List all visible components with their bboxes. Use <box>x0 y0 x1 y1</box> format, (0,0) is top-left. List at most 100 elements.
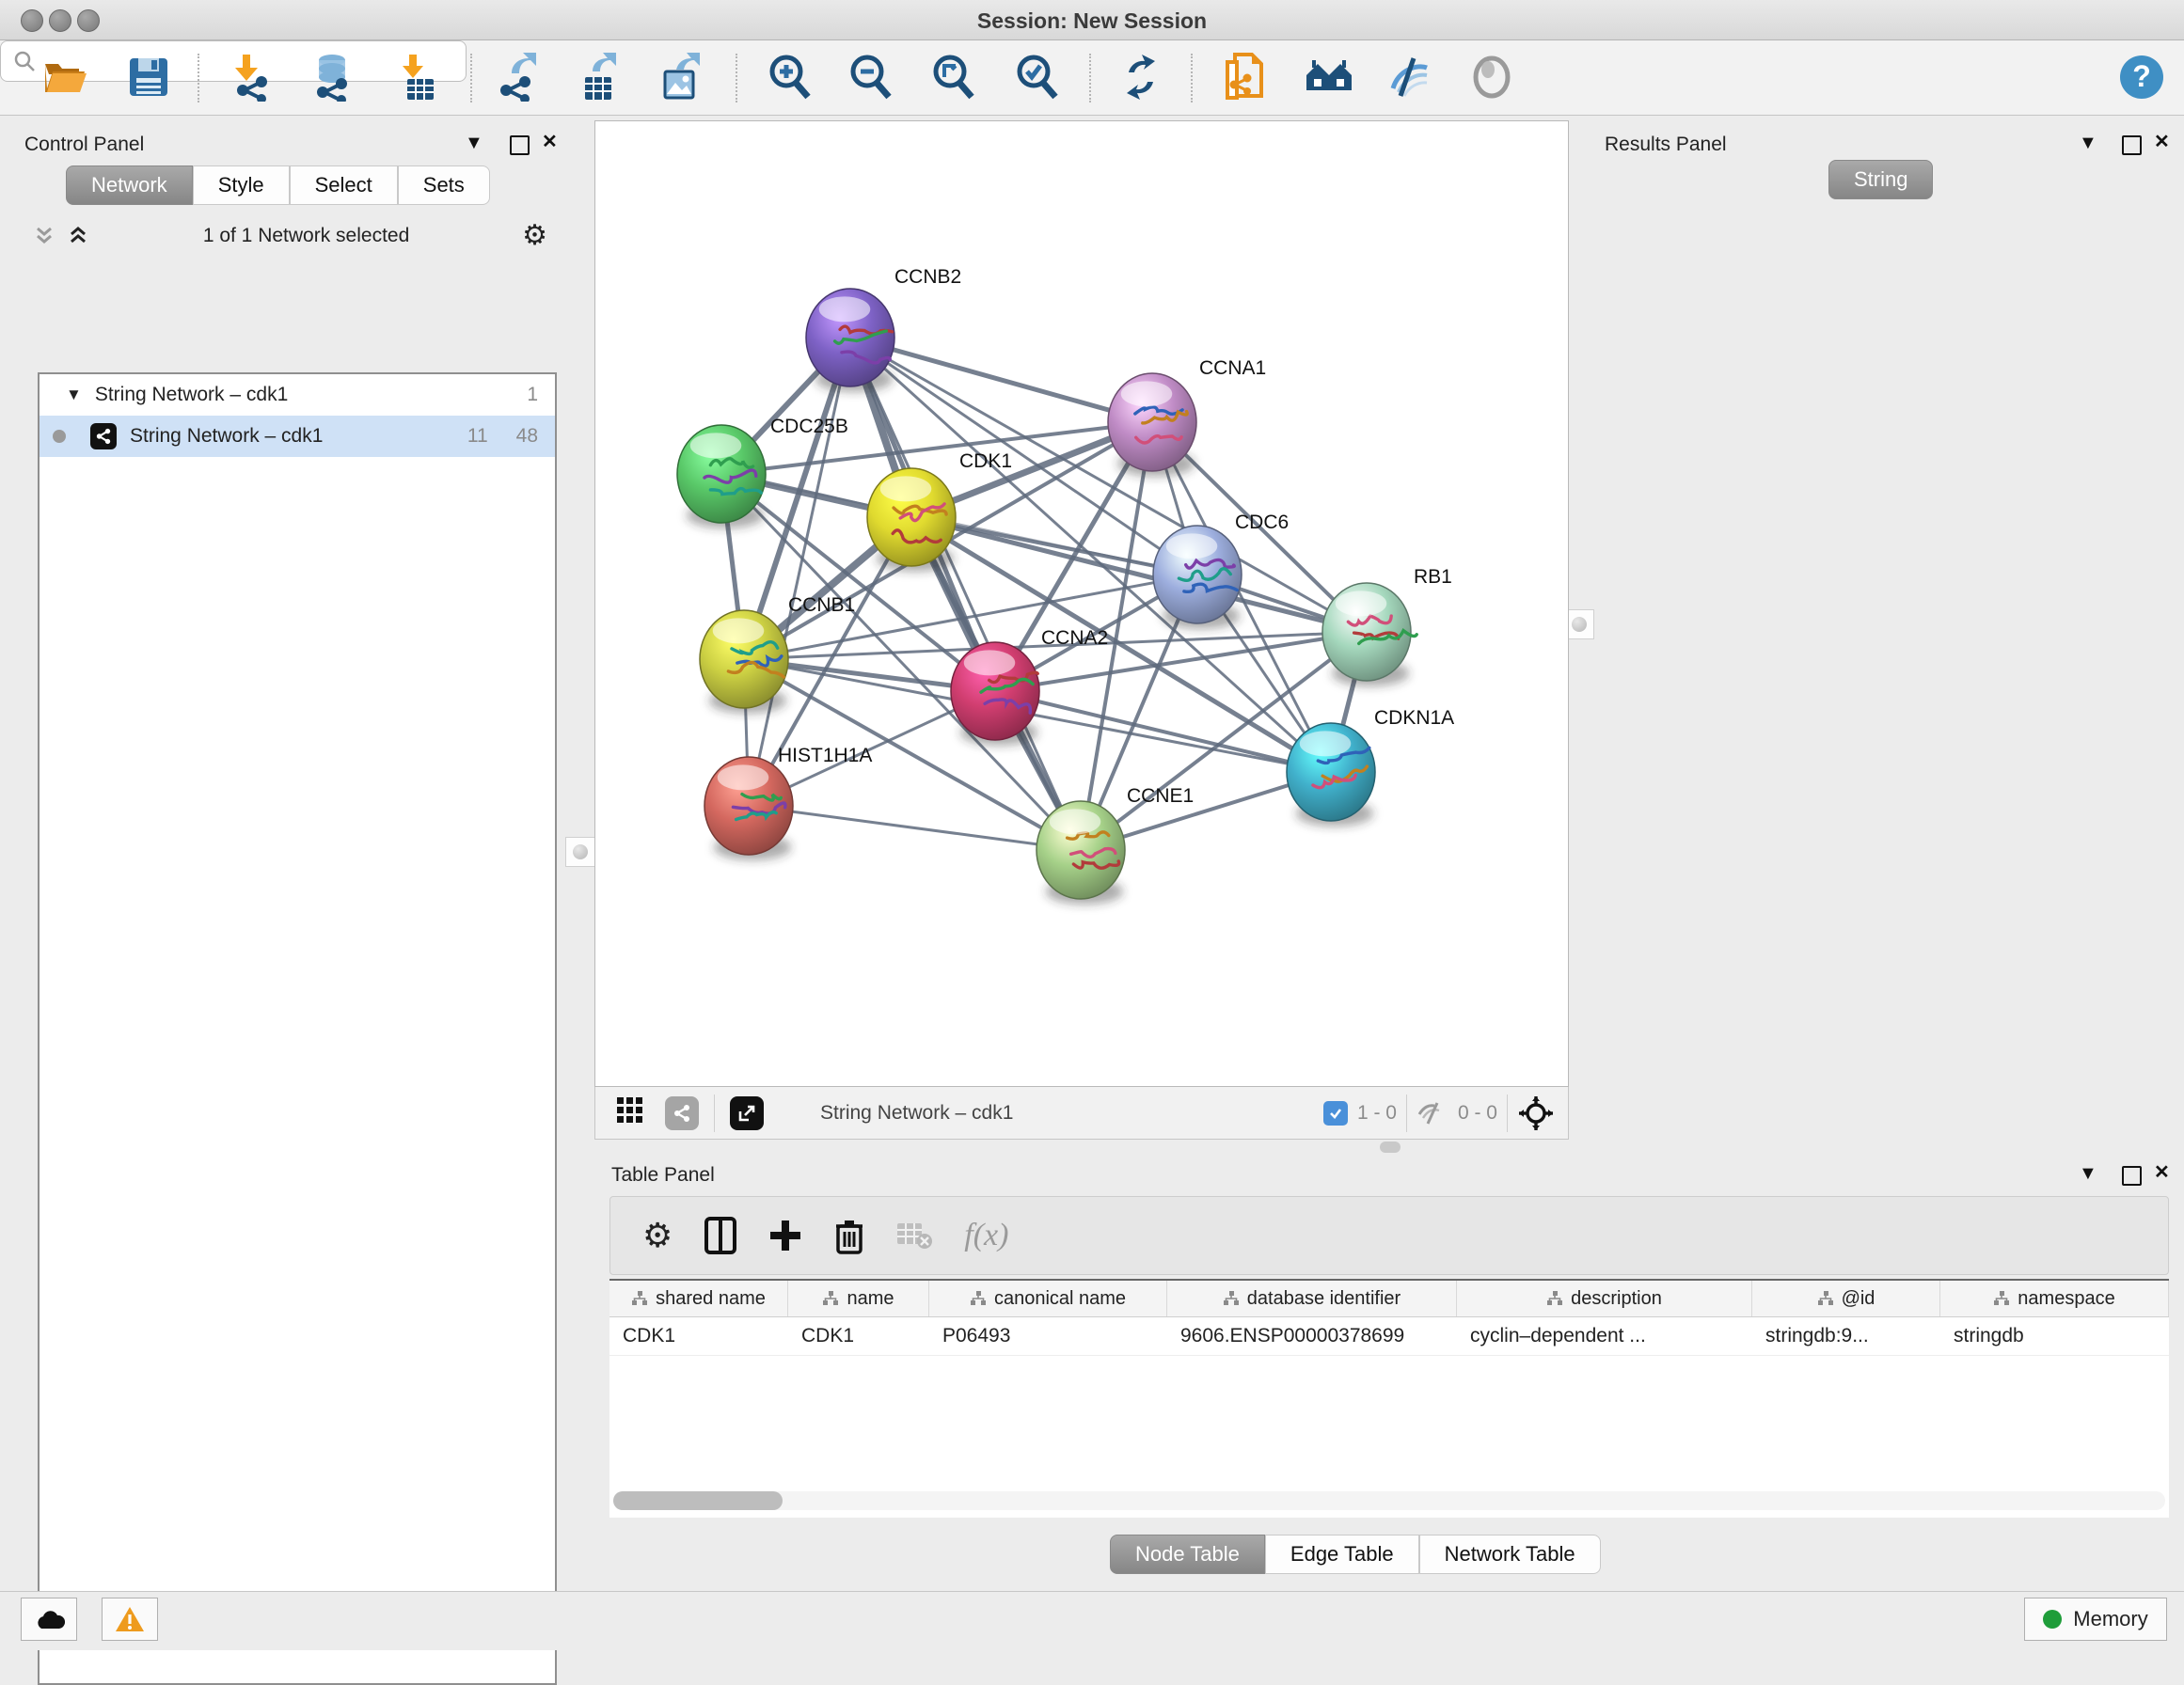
network-edge-count: 48 <box>516 425 538 448</box>
add-column-icon[interactable] <box>768 1219 802 1252</box>
function-builder-icon[interactable]: f(x) <box>964 1218 1008 1253</box>
publication-preview-icon[interactable] <box>1217 50 1272 104</box>
import-network-file-icon[interactable] <box>228 50 282 104</box>
node-CDC6[interactable]: CDC6 <box>1153 512 1289 629</box>
tab-network[interactable]: Network <box>66 165 193 205</box>
collapse-all-networks-icon[interactable] <box>32 224 56 248</box>
level-of-detail-icon[interactable] <box>1464 50 1519 104</box>
network-collection-row[interactable]: ▼ String Network – cdk1 1 <box>40 374 555 416</box>
tab-edge-table[interactable]: Edge Table <box>1265 1535 1419 1574</box>
panel-collapse-icon[interactable]: ▼ <box>2079 134 2097 152</box>
panel-close-icon[interactable]: ✕ <box>2154 1163 2170 1182</box>
memory-button[interactable]: Memory <box>2024 1598 2167 1641</box>
table-cell[interactable]: CDK1 <box>788 1317 929 1355</box>
export-image-icon[interactable] <box>654 50 708 104</box>
results-panel-tabs: String <box>1828 160 1933 199</box>
selected-checkbox-icon[interactable] <box>1323 1101 1348 1126</box>
node-label: CDK1 <box>959 450 1012 472</box>
network-options-gear-icon[interactable]: ⚙ <box>522 222 547 250</box>
delete-column-icon[interactable] <box>834 1217 864 1254</box>
node-CDKN1A[interactable]: CDKN1A <box>1287 707 1454 827</box>
expand-all-networks-icon[interactable] <box>66 224 90 248</box>
edge-CCNA2-CDKN1A[interactable] <box>995 691 1331 772</box>
column-header-name[interactable]: name <box>788 1281 929 1316</box>
save-session-icon[interactable] <box>121 50 176 104</box>
panel-float-icon[interactable] <box>2122 135 2142 155</box>
table-cell[interactable]: cyclin–dependent ... <box>1457 1317 1752 1355</box>
export-table-icon[interactable] <box>572 50 626 104</box>
tab-node-table[interactable]: Node Table <box>1110 1535 1265 1574</box>
hidden-eye-icon[interactable] <box>1416 1101 1448 1126</box>
network-label: String Network – cdk1 <box>130 425 323 448</box>
warning-icon <box>115 1606 145 1632</box>
delete-table-icon[interactable] <box>896 1221 932 1250</box>
panel-float-icon[interactable] <box>2122 1166 2142 1186</box>
birdseye-crosshair-icon[interactable] <box>1517 1094 1555 1132</box>
panel-close-icon[interactable]: ✕ <box>2154 133 2170 151</box>
table-hscrollbar[interactable] <box>613 1491 2165 1510</box>
left-splitter-handle[interactable] <box>565 837 595 867</box>
network-canvas[interactable]: CCNB2CCNA1CDC25BCDK1CDC6RB1CCNB1CCNA2CDK… <box>594 120 1569 1087</box>
node-label: CDKN1A <box>1374 707 1454 729</box>
detach-view-icon[interactable] <box>730 1096 764 1130</box>
table-cell[interactable]: stringdb <box>1940 1317 2169 1355</box>
zoom-out-icon[interactable] <box>844 50 898 104</box>
zoom-selected-icon[interactable] <box>1010 50 1065 104</box>
hidden-count: 0 - 0 <box>1458 1102 1497 1125</box>
panel-close-icon[interactable]: ✕ <box>542 133 558 151</box>
tab-select[interactable]: Select <box>290 165 398 205</box>
network-graph[interactable]: CCNB2CCNA1CDC25BCDK1CDC6RB1CCNB1CCNA2CDK… <box>595 121 1568 1086</box>
warnings-button[interactable] <box>102 1598 158 1641</box>
network-row[interactable]: String Network – cdk1 11 48 <box>40 416 555 457</box>
table-cell[interactable]: 9606.ENSP00000378699 <box>1167 1317 1457 1355</box>
edge-CCNB2-CCNE1[interactable] <box>850 338 1081 850</box>
hide-graphics-details-icon[interactable] <box>1383 50 1437 104</box>
table-hscrollbar-thumb[interactable] <box>613 1491 783 1510</box>
import-table-file-icon[interactable] <box>392 50 447 104</box>
panel-collapse-icon[interactable]: ▼ <box>2079 1164 2097 1183</box>
column-header--id[interactable]: @id <box>1752 1281 1940 1316</box>
node-label: CCNE1 <box>1127 785 1194 807</box>
zoom-fit-icon[interactable] <box>926 50 981 104</box>
cloud-status-button[interactable] <box>21 1598 77 1641</box>
node-CCNB2[interactable]: CCNB2 <box>806 266 961 392</box>
panel-collapse-icon[interactable]: ▼ <box>465 134 483 152</box>
collection-label: String Network – cdk1 <box>95 384 288 406</box>
collection-expander-icon[interactable]: ▼ <box>66 386 82 404</box>
node-CDK1[interactable]: CDK1 <box>867 450 1012 572</box>
table-row[interactable]: CDK1CDK1P064939606.ENSP00000378699cyclin… <box>609 1317 2169 1356</box>
table-cell[interactable]: stringdb:9... <box>1752 1317 1940 1355</box>
node-RB1[interactable]: RB1 <box>1322 566 1452 686</box>
column-header-shared-name[interactable]: shared name <box>609 1281 788 1316</box>
panel-float-icon[interactable] <box>510 135 530 155</box>
tab-string[interactable]: String <box>1828 160 1933 199</box>
home-pages-icon[interactable] <box>1302 50 1356 104</box>
network-share-icon[interactable] <box>665 1096 699 1130</box>
table-options-gear-icon[interactable]: ⚙ <box>642 1217 673 1255</box>
bottom-splitter-handle[interactable] <box>1380 1142 1401 1153</box>
help-icon[interactable]: ? <box>2114 50 2169 104</box>
zoom-in-icon[interactable] <box>763 50 817 104</box>
table-cell[interactable]: P06493 <box>929 1317 1167 1355</box>
tab-network-table[interactable]: Network Table <box>1419 1535 1601 1574</box>
column-header-canonical-name[interactable]: canonical name <box>929 1281 1167 1316</box>
edge-CCNB2-HIST1H1A[interactable] <box>749 338 850 806</box>
export-network-icon[interactable] <box>491 50 546 104</box>
refresh-layout-icon[interactable] <box>1114 50 1168 104</box>
import-network-database-icon[interactable] <box>306 50 360 104</box>
node-CCNA1[interactable]: CCNA1 <box>1108 357 1266 477</box>
tab-sets[interactable]: Sets <box>398 165 490 205</box>
table-cell[interactable]: CDK1 <box>609 1317 788 1355</box>
column-header-description[interactable]: description <box>1457 1281 1752 1316</box>
show-columns-icon[interactable] <box>704 1217 736 1254</box>
edge-HIST1H1A-CCNE1[interactable] <box>749 806 1081 850</box>
selected-count: 1 - 0 <box>1357 1102 1397 1125</box>
tab-style[interactable]: Style <box>193 165 290 205</box>
grid-view-icon[interactable] <box>616 1096 644 1129</box>
column-header-database-identifier[interactable]: database identifier <box>1167 1281 1457 1316</box>
node-HIST1H1A[interactable]: HIST1H1A <box>704 745 872 860</box>
node-label: CDC6 <box>1235 512 1289 533</box>
node-label: CCNA2 <box>1041 627 1108 649</box>
open-session-icon[interactable] <box>37 50 91 104</box>
column-header-namespace[interactable]: namespace <box>1940 1281 2169 1316</box>
